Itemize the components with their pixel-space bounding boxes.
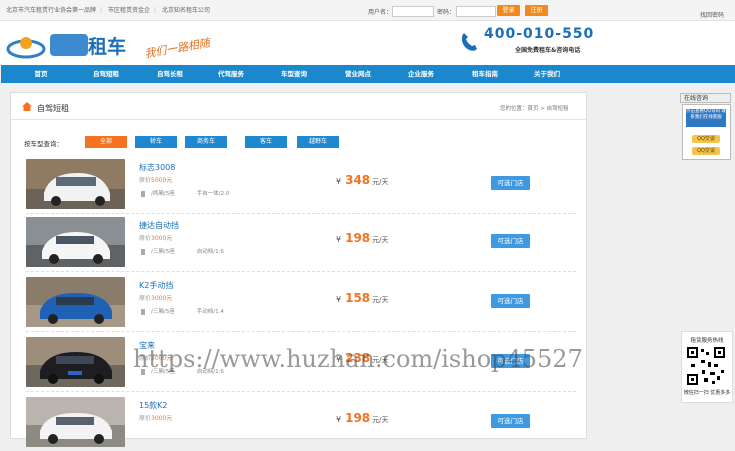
nav-chauffeur[interactable]: 代驾服务 [201, 65, 261, 83]
car-price: ¥158 元/天 [336, 291, 389, 305]
car-original-price: 原价3000元 [139, 415, 173, 422]
online-service-title: 在线咨询 [680, 93, 731, 103]
nav-self-drive-short[interactable]: 自驾短租 [76, 65, 136, 83]
car-original-price: 原价3000元 [139, 235, 173, 242]
hotline-subtitle: 全国免费租车&咨询电话 [515, 47, 581, 54]
nav-home[interactable]: 首页 [11, 65, 71, 83]
qr-title: 租赁服务热线 [690, 338, 724, 344]
seat-icon [141, 190, 145, 197]
nav-about[interactable]: 关于我们 [517, 65, 577, 83]
seat-icon [141, 308, 145, 315]
car-price: ¥198 元/天 [336, 231, 389, 245]
car-specs: /三厢/5座 自动档/1.6 [141, 247, 224, 255]
car-specs: /两厢/5座 手自一体/2.0 [141, 189, 229, 197]
register-button[interactable]: 注册 [525, 5, 548, 16]
password-label: 密码： [437, 9, 456, 16]
nav-self-drive-long[interactable]: 自驾长租 [140, 65, 200, 83]
username-label: 用户名： [368, 9, 393, 16]
car-original-price: 原价5000元 [139, 177, 173, 184]
car-row: 15款K2 原价3000元 ¥198 元/天 可选门店 [11, 393, 586, 451]
row-divider [26, 331, 576, 332]
filter-business[interactable]: 商务车 [185, 136, 227, 148]
car-name[interactable]: K2手动挡 [139, 280, 173, 291]
filter-label: 按车型查询： [24, 140, 63, 148]
car-name[interactable]: 15款K2 [139, 400, 168, 411]
qq-chat-button[interactable]: QQ交谈 [692, 135, 720, 143]
car-row: 捷达自动挡 原价3000元 /三厢/5座 自动档/1.6 ¥198 元/天 可选门店 [11, 213, 586, 272]
top-bar: 北京市汽车租赁行业协会第一品牌 | 市区租赁资金企 | 北京知名租车公司 用户名： … [0, 0, 735, 21]
username-input[interactable] [392, 6, 434, 17]
filter-sedan[interactable]: 轿车 [135, 136, 177, 148]
select-store-button[interactable]: 可选门店 [491, 414, 530, 428]
car-photo[interactable] [26, 337, 125, 387]
logo-brand-blur [50, 34, 88, 56]
car-photo[interactable] [26, 397, 125, 447]
main-panel: 自驾短租 您的位置：首页 > 自驾短租 按车型查询： 全部 轿车 商务车 客车 … [10, 92, 587, 447]
forgot-password-link[interactable]: 找回密码 [700, 10, 724, 19]
car-row: K2手动挡 原价3000元 /三厢/5座 手动档/1.4 ¥158 元/天 可选门店 [11, 273, 586, 332]
qr-code-icon [686, 346, 726, 386]
home-icon [22, 102, 32, 111]
service-ad[interactable]: 点击查看QQ号码 联系我们在线客服 [686, 109, 726, 127]
login-button[interactable]: 登录 [497, 5, 520, 16]
car-photo[interactable] [26, 217, 125, 267]
logo-slogan: 我们一路相随 [143, 36, 211, 61]
car-price: ¥348 元/天 [336, 173, 389, 187]
nav-guide[interactable]: 租车指南 [455, 65, 515, 83]
select-store-button[interactable]: 可选门店 [491, 234, 530, 248]
password-input[interactable] [456, 6, 496, 17]
filter-all[interactable]: 全部 [85, 136, 127, 148]
watermark: https://www.huzhan.com/ishop45527 [133, 345, 583, 373]
nav-enterprise[interactable]: 企业服务 [391, 65, 451, 83]
select-store-button[interactable]: 可选门店 [491, 294, 530, 308]
car-specs: /三厢/5座 手动档/1.4 [141, 307, 224, 315]
section-header: 自驾短租 您的位置：首页 > 自驾短租 [11, 93, 586, 120]
hotline-number: 400-010-550 [484, 26, 595, 42]
slogan-1: 北京市汽车租赁行业协会第一品牌 [6, 7, 97, 14]
breadcrumb: 您的位置：首页 > 自驾短租 [500, 106, 569, 112]
car-price: ¥198 元/天 [336, 411, 389, 425]
car-original-price: 原价3000元 [139, 295, 173, 302]
car-name[interactable]: 捷达自动挡 [139, 220, 179, 231]
online-service-body: 点击查看QQ号码 联系我们在线客服 QQ交谈 QQ交谈 [682, 104, 731, 160]
seat-icon [141, 248, 145, 255]
car-photo[interactable] [26, 277, 125, 327]
nav-car-search[interactable]: 车型查询 [264, 65, 324, 83]
car-photo[interactable] [26, 159, 125, 209]
slogan-2: 市区租赁资金企 [107, 7, 150, 14]
top-slogans: 北京市汽车租赁行业协会第一品牌 | 市区租赁资金企 | 北京知名租车公司 [6, 7, 210, 14]
qq-chat-button[interactable]: QQ交谈 [692, 147, 720, 155]
section-title: 自驾短租 [37, 104, 69, 113]
site-logo[interactable]: 租车 我们一路相随 [4, 28, 226, 62]
filter-suv[interactable]: 越野车 [297, 136, 339, 148]
qr-code-panel: 租赁服务热线 微信扫一扫 优惠多多 [681, 331, 733, 403]
car-row: 标志3008 原价5000元 /两厢/5座 手自一体/2.0 ¥348 元/天 可选… [11, 155, 586, 214]
qr-caption: 微信扫一扫 优惠多多 [683, 390, 731, 396]
select-store-button[interactable]: 可选门店 [491, 176, 530, 190]
logo-text: 租车 [88, 36, 127, 58]
row-divider [26, 271, 576, 272]
car-name[interactable]: 标志3008 [139, 162, 175, 173]
slogan-3: 北京知名租车公司 [161, 7, 210, 14]
nav-branches[interactable]: 营业网点 [328, 65, 388, 83]
online-service-panel: 在线咨询 点击查看QQ号码 联系我们在线客服 QQ交谈 QQ交谈 [680, 90, 731, 170]
row-divider [26, 391, 576, 392]
filter-bus[interactable]: 客车 [245, 136, 287, 148]
main-nav: 首页 自驾短租 自驾长租 代驾服务 车型查询 营业网点 企业服务 租车指南 关于… [1, 65, 735, 83]
phone-icon [461, 33, 477, 51]
logo-emblem-icon [6, 37, 46, 59]
